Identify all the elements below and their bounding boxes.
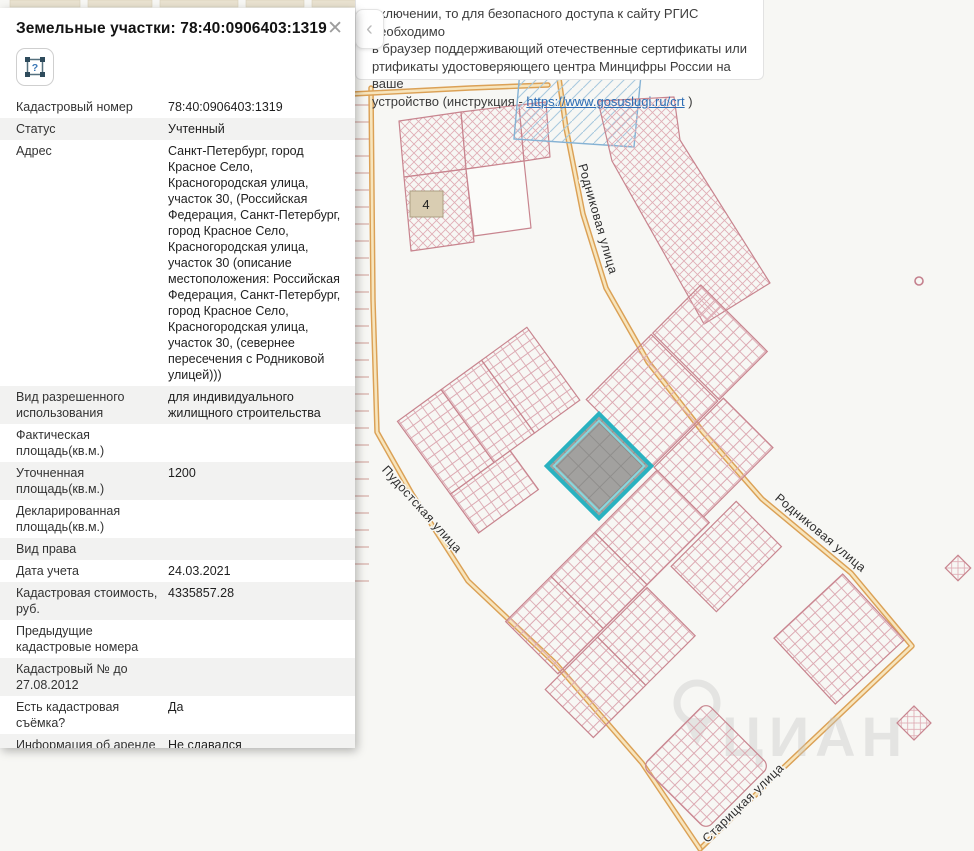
row-value: Учтенный — [168, 121, 343, 137]
polygon-question-icon: ? — [23, 55, 47, 79]
row-value: 78:40:0906403:1319 — [168, 99, 343, 115]
panel-title: Земельные участки: 78:40:0906403:1319 — [16, 20, 327, 37]
row-label: Кадастровый № до 27.08.2012 — [16, 661, 168, 693]
notification-line: устройство (инструкция - https://www.gos… — [372, 93, 753, 111]
panel-header: Земельные участки: 78:40:0906403:1319 ✕ — [0, 8, 355, 40]
table-row: Уточненная площадь(кв.м.)1200 — [0, 462, 355, 500]
row-value: 24.03.2021 — [168, 563, 343, 579]
parcel[interactable] — [399, 112, 466, 177]
panel-collapse-button[interactable]: ‹ — [355, 9, 384, 49]
row-label: Статус — [16, 121, 168, 137]
row-label: Информация об аренде — [16, 737, 168, 748]
row-value — [168, 503, 343, 535]
row-value: для индивидуального жилищного строительс… — [168, 389, 343, 421]
row-label: Уточненная площадь(кв.м.) — [16, 465, 168, 497]
table-row: Вид разрешенного использованиядля индиви… — [0, 386, 355, 424]
gosuslugi-link[interactable]: https://www.gosuslugi.ru/crt — [526, 94, 684, 109]
table-row: Фактическая площадь(кв.м.) — [0, 424, 355, 462]
attribute-table: Кадастровый номер78:40:0906403:1319Стату… — [0, 96, 355, 748]
row-value — [168, 427, 343, 459]
table-row: СтатусУчтенный — [0, 118, 355, 140]
row-label: Фактическая площадь(кв.м.) — [16, 427, 168, 459]
row-value: Не сдавался — [168, 737, 343, 748]
row-value: 1200 — [168, 465, 343, 497]
row-label: Вид разрешенного использования — [16, 389, 168, 421]
table-row: Дата учета24.03.2021 — [0, 560, 355, 582]
row-label: Вид права — [16, 541, 168, 557]
row-label: Адрес — [16, 143, 168, 383]
row-value — [168, 661, 343, 693]
table-row: Есть кадастровая съёмка?Да — [0, 696, 355, 734]
row-value: Да — [168, 699, 343, 731]
parcel-info-panel: Земельные участки: 78:40:0906403:1319 ✕ … — [0, 8, 355, 748]
row-value: 4335857.28 — [168, 585, 343, 617]
row-label: Кадастровый номер — [16, 99, 168, 115]
rgis-cadastral-app: { "panel": { "title": "Земельные участки… — [0, 0, 974, 851]
notification-line: дключении, то для безопасного доступа к … — [372, 5, 753, 40]
row-value — [168, 623, 343, 655]
building-label: 4 — [422, 197, 429, 212]
table-row: Кадастровая стоимость, руб.4335857.28 — [0, 582, 355, 620]
row-label: Есть кадастровая съёмка? — [16, 699, 168, 731]
close-icon[interactable]: ✕ — [327, 19, 343, 38]
row-label: Декларированная площадь(кв.м.) — [16, 503, 168, 535]
row-label: Предыдущие кадастровые номера — [16, 623, 168, 655]
row-value: Санкт-Петербург, город Красное Село, Кра… — [168, 143, 343, 383]
row-value — [168, 541, 343, 557]
table-row: Предыдущие кадастровые номера — [0, 620, 355, 658]
parcel[interactable] — [466, 161, 531, 236]
notification-line: ртификаты удостоверяющего центра Минцифр… — [372, 58, 753, 93]
chevron-left-icon: ‹ — [366, 18, 373, 41]
notification-line: ь браузер поддерживающий отечественные с… — [372, 40, 753, 58]
browser-cert-notification: дключении, то для безопасного доступа к … — [355, 0, 764, 80]
row-label: Кадастровая стоимость, руб. — [16, 585, 168, 617]
svg-text:?: ? — [32, 62, 38, 74]
table-row: АдресСанкт-Петербург, город Красное Село… — [0, 140, 355, 386]
table-row: Информация об арендеНе сдавался — [0, 734, 355, 748]
table-row: Кадастровый номер78:40:0906403:1319 — [0, 96, 355, 118]
table-row: Декларированная площадь(кв.м.) — [0, 500, 355, 538]
building-4[interactable]: 4 — [410, 191, 443, 217]
measure-polygon-button[interactable]: ? — [16, 48, 54, 86]
table-row: Кадастровый № до 27.08.2012 — [0, 658, 355, 696]
row-label: Дата учета — [16, 563, 168, 579]
table-row: Вид права — [0, 538, 355, 560]
